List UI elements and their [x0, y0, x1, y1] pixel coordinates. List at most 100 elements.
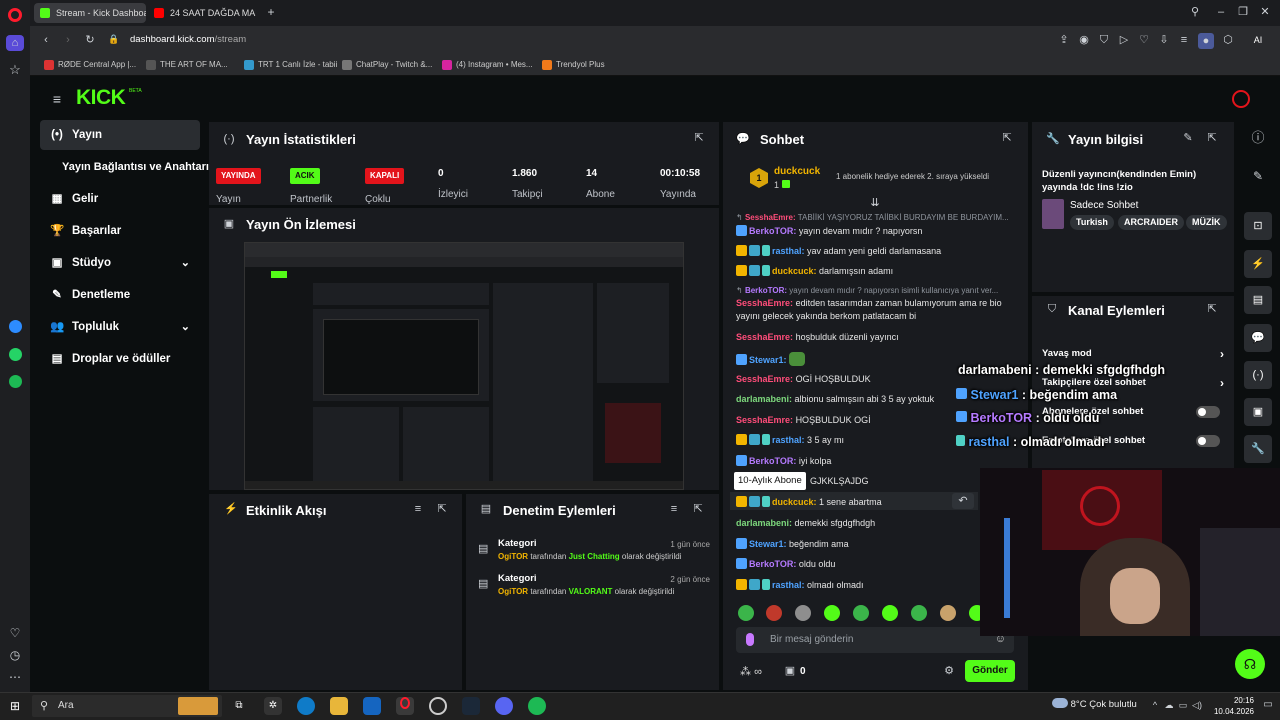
emote-icon[interactable] [911, 605, 927, 621]
more-icon[interactable]: ⋯ [7, 671, 23, 683]
ai-button[interactable]: AI [1242, 32, 1274, 48]
chat-input-box[interactable]: Bir mesaj gönderin ☺ [736, 627, 1014, 653]
notification-icon[interactable]: ▭ [1262, 700, 1274, 710]
profile-icon[interactable]: ● [1198, 33, 1214, 49]
chat-username[interactable]: rasthal: [772, 435, 805, 445]
forward-icon[interactable]: › [62, 35, 74, 46]
cloud-sync-icon[interactable]: ☁ [1164, 701, 1174, 710]
restore-icon[interactable]: ❐ [1236, 7, 1250, 18]
chat-username[interactable]: SesshaEmre: [736, 332, 793, 342]
chat-username[interactable]: duckcuck: [772, 497, 817, 507]
category-thumbnail[interactable] [1042, 199, 1064, 229]
broadcast-button[interactable]: (·) [1244, 361, 1272, 389]
home-icon[interactable]: ⌂ [6, 35, 24, 51]
chest-icon[interactable]: ▣ [784, 666, 796, 677]
bookmark-instagram[interactable]: (4) Instagram • Mes... [442, 58, 533, 72]
taskbar-search[interactable]: ⚲ Ara [32, 695, 222, 717]
emotes-only-toggle[interactable] [1196, 435, 1220, 447]
tag-chip[interactable]: MÜZİK [1186, 215, 1227, 230]
edit-pencil-icon[interactable]: ✎ [1182, 133, 1194, 144]
network-icon[interactable]: ▭ [1178, 701, 1188, 710]
back-icon[interactable]: ‹ [40, 35, 52, 46]
obs-icon[interactable] [429, 697, 447, 715]
sidebar-item-stream-key[interactable]: Yayın Bağlantısı ve Anahtarı [40, 152, 209, 182]
camera-icon[interactable]: ◉ [1078, 35, 1090, 46]
chat-username[interactable]: BerkoTOR: [749, 456, 796, 466]
sidebar-item-gelir[interactable]: ▦ Gelir [40, 184, 200, 214]
kick-logo[interactable]: KICK BETA [76, 86, 146, 110]
emote-icon[interactable] [853, 605, 869, 621]
chat-username[interactable]: duckcuck: [772, 266, 817, 276]
reply-button-icon[interactable]: ↶ [952, 493, 974, 509]
category-name[interactable]: Sadece Sohbet [1070, 200, 1138, 211]
microphone-icon[interactable] [746, 633, 754, 646]
messenger-icon[interactable] [9, 320, 22, 333]
bookmark-chatplay[interactable]: ChatPlay - Twitch &... [342, 58, 432, 72]
stream-preview-video[interactable] [244, 242, 684, 490]
whatsapp-icon[interactable] [9, 348, 22, 361]
sidebar-item-denetleme[interactable]: ✎ Denetleme [40, 280, 200, 310]
popout-icon[interactable]: ⇱ [1206, 133, 1218, 144]
chat-username[interactable]: rasthal: [772, 246, 805, 256]
new-tab-icon[interactable]: + [264, 6, 278, 18]
tray-chevron-icon[interactable]: ^ [1150, 701, 1160, 710]
discord-icon[interactable] [495, 697, 513, 715]
copilot-icon[interactable]: ✲ [264, 697, 282, 715]
chat-username[interactable]: SesshaEmre: [736, 415, 793, 425]
sidebar-item-topluluk[interactable]: 👥 Topluluk ⌄ [40, 312, 200, 342]
emote-icon[interactable] [795, 605, 811, 621]
windows-start-icon[interactable]: ⊞ [8, 700, 22, 712]
edit-pencil-icon[interactable]: ✎ [1248, 170, 1268, 182]
bookmark-art[interactable]: THE ART OF MA... [146, 58, 228, 72]
filter-icon[interactable]: ≡ [412, 504, 424, 515]
bookmark-trt[interactable]: TRT 1 Canlı İzle - tabii [244, 58, 337, 72]
chat-username[interactable]: Stewar1: [749, 539, 787, 549]
opera-logo-icon[interactable] [8, 8, 22, 22]
bookmark-heart-icon[interactable]: ♡ [1138, 35, 1150, 46]
history-icon[interactable]: ◷ [7, 649, 23, 661]
popout-icon[interactable]: ⇱ [436, 504, 448, 515]
tag-chip[interactable]: Turkish [1070, 215, 1114, 230]
emote-icon[interactable] [766, 605, 782, 621]
settings-gear-icon[interactable]: ⚙ [942, 666, 956, 677]
sidebar-item-droplar[interactable]: ▤ Droplar ve ödüller [40, 344, 200, 374]
star-icon[interactable]: ☆ [6, 63, 24, 76]
hamburger-menu-icon[interactable]: ≡ [50, 92, 64, 106]
popout-icon[interactable]: ⇱ [1000, 133, 1014, 144]
chat-username[interactable]: SesshaEmre: [736, 374, 793, 384]
scroll-down-icon[interactable]: ⇊ [868, 198, 882, 209]
weather-widget[interactable]: 8°C Çok bulutlu [1052, 698, 1137, 710]
bookmark-trendyol[interactable]: Trendyol Plus [542, 58, 605, 72]
chat-username[interactable]: SesshaEmre: [736, 298, 793, 308]
popout-icon[interactable]: ⇱ [692, 133, 706, 144]
popout-icon[interactable]: ⇱ [1206, 304, 1218, 315]
user-avatar[interactable] [1232, 90, 1250, 108]
chat-button[interactable]: 💬 [1244, 324, 1272, 352]
chat-username[interactable]: Stewar1: [749, 355, 787, 365]
info-icon[interactable]: ⓘ [1248, 131, 1268, 144]
extensions-icon[interactable]: ⬡ [1222, 35, 1234, 46]
spotify-taskbar-icon[interactable] [528, 697, 546, 715]
play-icon[interactable]: ▷ [1118, 35, 1130, 46]
send-button[interactable]: Gönder [965, 660, 1015, 682]
task-view-icon[interactable]: ⧉ [230, 697, 248, 715]
chest-button[interactable]: ▣ [1244, 398, 1272, 426]
share-icon[interactable]: ⇪ [1058, 35, 1070, 46]
filter-icon[interactable]: ≡ [668, 504, 680, 515]
minimize-icon[interactable]: – [1214, 7, 1228, 18]
menu-icon[interactable]: ≡ [1178, 35, 1190, 46]
opera-taskbar-icon[interactable] [396, 697, 414, 715]
spotify-icon[interactable] [9, 375, 22, 388]
chat-username[interactable]: BerkoTOR: [749, 226, 796, 236]
outlook-icon[interactable] [363, 697, 381, 715]
taskbar-clock[interactable]: 20:16 10.04.2026 [1204, 695, 1254, 717]
channel-action-slow-mode[interactable]: Yavaş mod › [1042, 346, 1226, 362]
bookmark-rode[interactable]: RØDE Central App |... [44, 58, 136, 72]
heart-icon[interactable]: ♡ [7, 627, 23, 639]
tab-kick-dashboard[interactable]: Stream - Kick Dashboard [34, 3, 146, 23]
reload-icon[interactable]: ↻ [84, 35, 96, 46]
download-icon[interactable]: ⇩ [1158, 35, 1170, 46]
chat-username[interactable]: darlamabeni: [736, 518, 792, 528]
volume-icon[interactable]: ◁) [1192, 701, 1202, 710]
file-explorer-icon[interactable] [330, 697, 348, 715]
